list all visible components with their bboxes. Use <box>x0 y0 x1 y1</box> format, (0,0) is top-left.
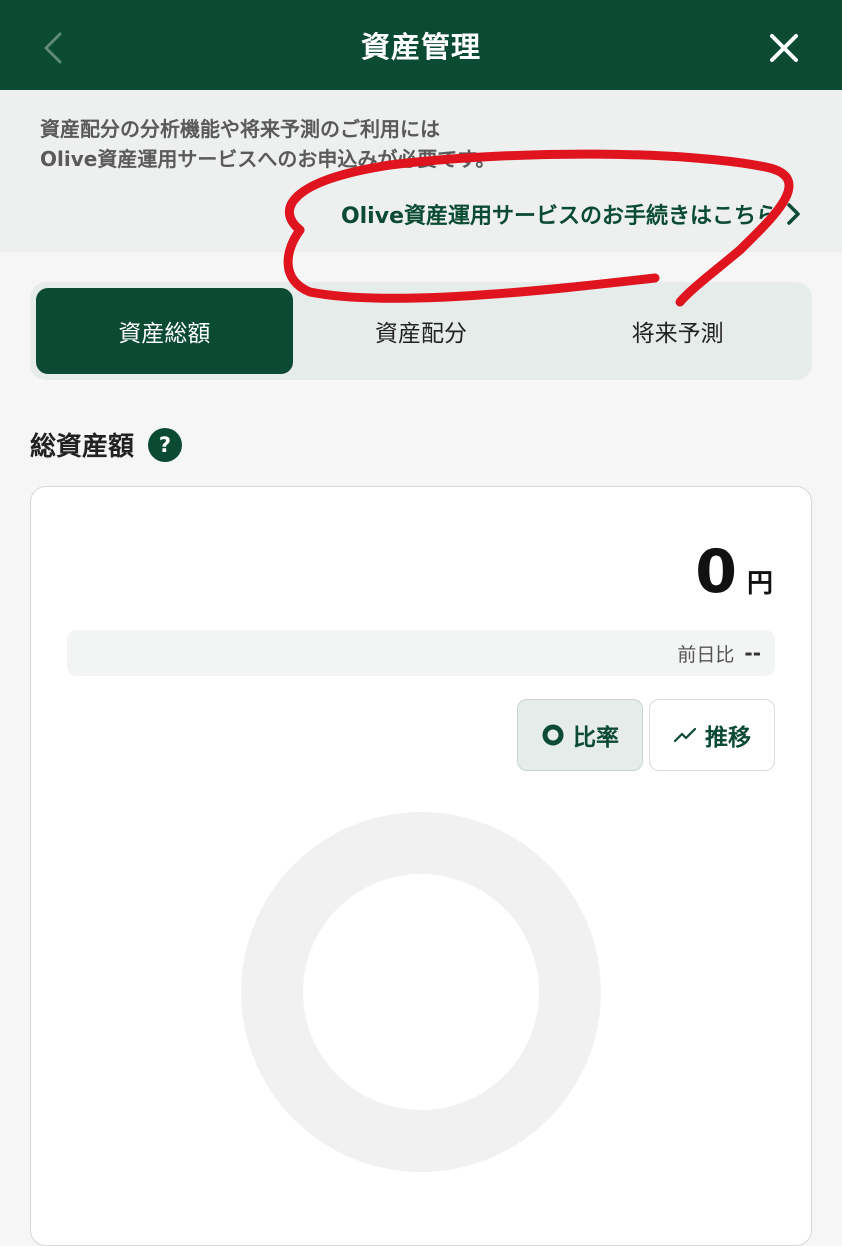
amount-value: 0 <box>695 537 737 607</box>
notice-line-1: 資産配分の分析機能や将来予測のご利用には <box>40 117 440 141</box>
ratio-toggle-label: 比率 <box>573 725 619 751</box>
notice-text: 資産配分の分析機能や将来予測のご利用には Olive資産運用サービスへのお申込み… <box>40 114 810 174</box>
service-application-link[interactable]: Olive資産運用サービスのお手続きはこちら <box>341 198 802 230</box>
ratio-toggle-button[interactable]: 比率 <box>517 699 643 771</box>
trend-toggle-button[interactable]: 推移 <box>649 699 775 771</box>
tab-total-assets[interactable]: 資産総額 <box>36 288 293 374</box>
service-application-link-label: Olive資産運用サービスのお手続きはこちら <box>340 204 778 229</box>
back-chevron-icon[interactable] <box>36 30 72 66</box>
diff-label: 前日比 <box>677 643 735 666</box>
asset-tab-bar: 資産総額 資産配分 将来予測 <box>30 282 812 380</box>
section-title: 総資産額 ? <box>30 426 183 463</box>
close-icon[interactable] <box>764 28 804 68</box>
allocation-donut-chart <box>241 812 601 1172</box>
total-amount: 0 円 <box>695 537 773 607</box>
day-over-day-bar: 前日比 -- <box>67 630 775 676</box>
amount-unit: 円 <box>746 569 773 599</box>
app-header: 資産管理 <box>0 0 842 90</box>
tab-asset-allocation[interactable]: 資産配分 <box>293 288 550 374</box>
notice-line-2: Olive資産運用サービスへのお申込みが必要です。 <box>40 147 496 171</box>
trend-line-icon <box>673 727 697 743</box>
donut-icon <box>542 724 564 746</box>
section-title-label: 総資産額 <box>30 432 135 462</box>
diff-value: -- <box>744 641 761 665</box>
tab-future-forecast[interactable]: 将来予測 <box>549 288 806 374</box>
total-assets-card: 0 円 前日比 -- 比率 推移 <box>30 486 812 1246</box>
donut-empty-ring <box>241 812 601 1172</box>
page-title: 資産管理 <box>360 30 481 64</box>
chevron-right-icon <box>787 203 800 225</box>
trend-toggle-label: 推移 <box>705 725 751 751</box>
help-question-icon[interactable]: ? <box>148 427 183 462</box>
service-notice: 資産配分の分析機能や将来予測のご利用には Olive資産運用サービスへのお申込み… <box>0 90 842 252</box>
